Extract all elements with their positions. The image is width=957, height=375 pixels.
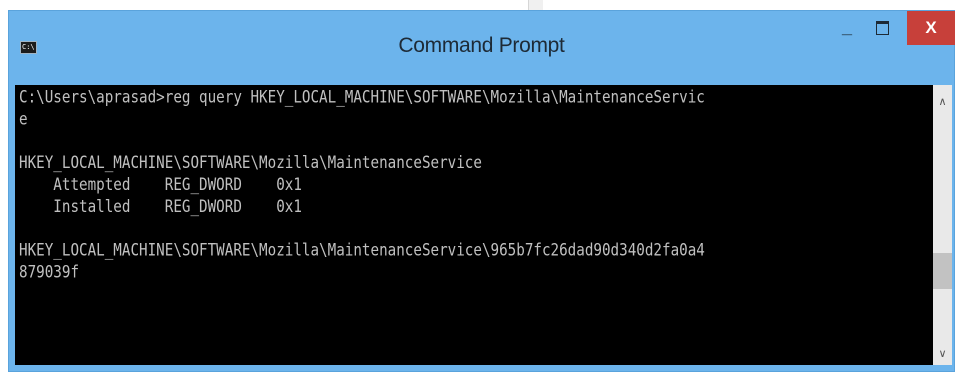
console-line: Attempted REG_DWORD 0x1 [19, 174, 302, 195]
minimize-icon: _ [841, 17, 852, 37]
scroll-up-arrow-icon[interactable]: ∧ [933, 93, 952, 111]
maximize-icon [876, 20, 889, 35]
console-line: Installed REG_DWORD 0x1 [19, 196, 302, 216]
scroll-thumb[interactable] [933, 253, 952, 289]
minimize-button[interactable]: _ [827, 11, 867, 44]
maximize-button[interactable] [866, 11, 899, 44]
console-line: e [19, 108, 28, 129]
command-prompt-window: C:\. Command Prompt _ X C:\Users\aprasad… [8, 10, 955, 372]
console-line: HKEY_LOCAL_MACHINE\SOFTWARE\Mozilla\Main… [19, 239, 705, 260]
scroll-down-arrow-icon[interactable]: ∨ [933, 345, 952, 363]
window-title: Command Prompt [398, 34, 565, 57]
vertical-scrollbar[interactable]: ∧ ∨ [933, 85, 952, 365]
title-bar[interactable]: C:\. Command Prompt _ X [9, 11, 955, 77]
console-line: C:\Users\aprasad>reg query HKEY_LOCAL_MA… [19, 87, 705, 107]
background-window-edge [528, 0, 543, 10]
close-icon: X [925, 18, 937, 37]
console-line: 879039f [19, 261, 80, 282]
console-output[interactable]: C:\Users\aprasad>reg query HKEY_LOCAL_MA… [15, 85, 933, 365]
console-text: C:\Users\aprasad>reg query HKEY_LOCAL_MA… [19, 86, 705, 283]
console-line: HKEY_LOCAL_MACHINE\SOFTWARE\Mozilla\Main… [19, 152, 482, 173]
close-button[interactable]: X [907, 11, 955, 45]
